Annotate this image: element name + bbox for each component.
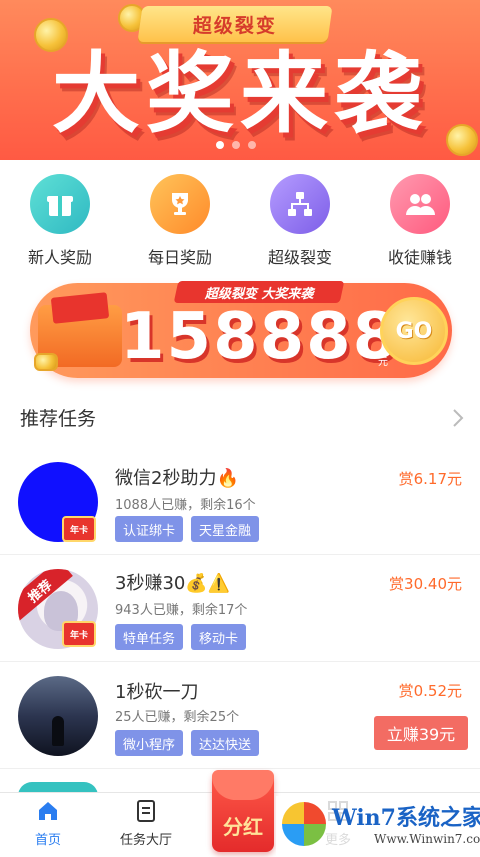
task-tag: 微小程序 [115,730,184,756]
carousel-dot[interactable] [216,141,224,149]
annual-card-badge: 年卡 [62,621,96,647]
go-button[interactable]: GO [380,297,448,365]
task-tag: 达达快送 [191,730,260,756]
task-tag: 天星金融 [191,516,260,542]
nav-task-hall[interactable]: 任务大厅 [106,799,186,848]
chevron-right-icon[interactable] [452,408,464,432]
task-title: 3秒赚30💰⚠️ [115,573,231,594]
carousel-dot[interactable] [248,141,256,149]
task-reward: 赏0.52元 [398,682,462,700]
banner-ribbon: 超级裂变 [137,6,333,42]
task-reward: 赏6.17元 [398,470,462,488]
quick-item-label: 收徒赚钱 [387,248,452,267]
promo-unit: 元 [378,357,388,368]
task-stats: 25人已赚，剩余25个 [115,710,240,725]
coin-icon [446,124,478,156]
quick-item-label: 超级裂变 [267,248,332,267]
quick-item-daily[interactable]: 每日奖励 [120,170,240,270]
task-stats: 943人已赚，剩余17个 [115,603,248,618]
task-tags: 微小程序 达达快送 [115,730,260,756]
trophy-icon [150,174,210,234]
network-icon [270,174,330,234]
watermark-url: Www.Winwin7.com [374,832,480,846]
annual-card-badge: 年卡 [62,516,96,542]
claim-button[interactable]: 立赚39元 [374,716,468,750]
promo-banner[interactable]: 超级裂变 大奖来袭 158888 元 GO [30,281,452,378]
quick-item-fission[interactable]: 超级裂变 [240,170,360,270]
carousel-dots [216,141,256,149]
quick-item-label: 每日奖励 [147,248,212,267]
dividend-label: 分红 [223,815,263,839]
banner-headline: 大奖来袭 [51,42,428,145]
nav-label: 首页 [34,833,61,848]
carousel-dot[interactable] [232,141,240,149]
windows-logo-icon [282,802,326,846]
task-reward: 赏30.40元 [389,575,462,593]
coin-icon [34,353,58,371]
task-tag: 移动卡 [191,624,247,650]
home-icon [39,802,57,820]
silhouette-image [52,716,64,746]
task-tags: 特单任务 移动卡 [115,624,247,650]
users-icon [390,174,450,234]
task-title: 微信2秒助力🔥 [115,468,239,489]
promo-tag-text: 超级裂变 大奖来袭 [204,286,314,302]
red-envelope-flap [212,770,274,800]
quick-item-recruit[interactable]: 收徒赚钱 [360,170,480,270]
promo-amount: 158888 [120,300,400,374]
top-banner[interactable]: 超级裂变 大奖来袭 [0,0,480,160]
nav-home[interactable]: 首页 [8,799,88,848]
watermark-name: Win7系统之家 [332,805,480,831]
quick-menu: 新人奖励 每日奖励 超级裂变 收徒赚钱 [0,170,480,270]
section-title: 推荐任务 [20,408,97,430]
task-item[interactable]: 1秒砍一刀 25人已赚，剩余25个 微小程序 达达快送 赏0.52元 立赚39元 [0,662,480,769]
task-stats: 1088人已赚，剩余16个 [115,498,256,513]
task-item[interactable]: 年卡 微信2秒助力🔥 1088人已赚，剩余16个 认证绑卡 天星金融 赏6.17… [0,448,480,555]
task-item[interactable]: 推荐 年卡 3秒赚30💰⚠️ 943人已赚，剩余17个 特单任务 移动卡 赏30… [0,555,480,662]
nav-label: 任务大厅 [119,833,172,848]
task-title: 1秒砍一刀 [115,682,199,703]
task-avatar [18,676,98,756]
task-tag: 认证绑卡 [115,516,184,542]
quick-item-newbie[interactable]: 新人奖励 [0,170,120,270]
watermark: Win7系统之家 Www.Winwin7.com [276,796,480,856]
document-icon [137,800,155,822]
gift-icon [30,174,90,234]
banner-ribbon-text: 超级裂变 [192,14,277,37]
task-tag: 特单任务 [115,624,184,650]
dividend-button[interactable]: 分红 [212,770,274,852]
task-tags: 认证绑卡 天星金融 [115,516,260,542]
quick-item-label: 新人奖励 [27,248,92,267]
